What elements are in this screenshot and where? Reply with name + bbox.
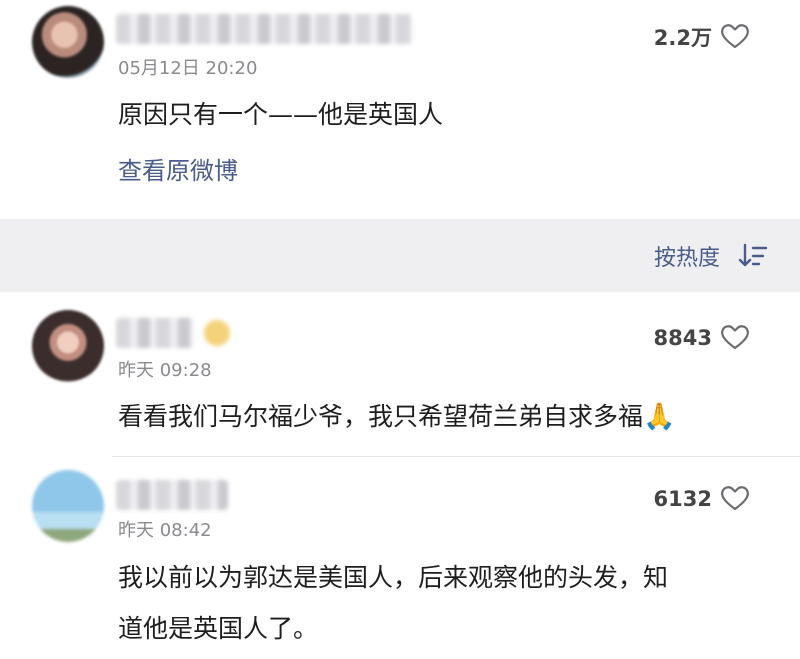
- sort-by-hot-button[interactable]: 按热度: [654, 240, 720, 272]
- comment-time: 昨天 08:42: [118, 520, 212, 541]
- comment-text-line-1: 我以前以为郭达是美国人，后来观察他的头发，知: [118, 563, 669, 592]
- comment-text: 看看我们马尔福少爷，我只希望荷兰弟自求多福🙏: [118, 392, 675, 442]
- avatar[interactable]: [32, 6, 104, 78]
- comment-time: 昨天 09:28: [118, 360, 212, 381]
- comment-card: 昨天 09:28 8843 看看我们马尔福少爷，我只希望荷兰弟自求多福🙏: [0, 292, 800, 454]
- username-blurred[interactable]: [116, 318, 194, 348]
- comment-card: 昨天 08:42 6132 我以前以为郭达是美国人，后来观察他的头发，知 道他是…: [0, 456, 800, 659]
- view-original-link[interactable]: 查看原微博: [118, 151, 238, 186]
- avatar[interactable]: [32, 470, 104, 542]
- like-count: 6132: [653, 487, 712, 511]
- comment-card-top: 05月12日 20:20 2.2万 原因只有一个——他是英国人 查看原微博: [0, 0, 800, 219]
- heart-icon[interactable]: [720, 323, 750, 351]
- sort-descending-icon[interactable]: [738, 243, 768, 269]
- comment-text-line-2: 道他是英国人了。: [118, 614, 319, 643]
- comment-text-body: 看看我们马尔福少爷，我只希望荷兰弟自求多福: [118, 402, 644, 431]
- username-blurred[interactable]: [116, 480, 228, 510]
- comment-text: 原因只有一个——他是英国人: [118, 100, 444, 129]
- avatar[interactable]: [32, 310, 104, 382]
- username-blurred[interactable]: [116, 14, 412, 44]
- pray-emoji-icon: 🙏: [643, 402, 676, 432]
- comment-time: 05月12日 20:20: [118, 58, 258, 79]
- heart-icon[interactable]: [720, 22, 750, 50]
- user-badge-icon: [204, 320, 230, 346]
- like-count: 8843: [653, 326, 712, 350]
- heart-icon[interactable]: [720, 484, 750, 512]
- like-count: 2.2万: [653, 26, 712, 50]
